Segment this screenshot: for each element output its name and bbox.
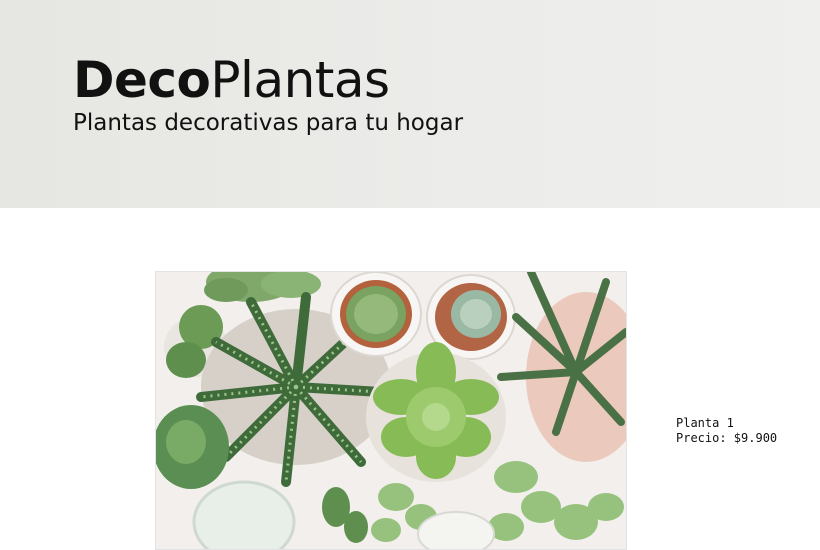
brand-light: Plantas xyxy=(210,51,390,109)
product-info: Planta 1 Precio: $9.900 xyxy=(676,416,777,446)
product-name[interactable]: Planta 1 xyxy=(676,416,777,431)
product-price: Precio: $9.900 xyxy=(676,431,778,445)
brand-bold: Deco xyxy=(73,51,211,109)
succulents-photo xyxy=(156,272,626,549)
brand-logo[interactable]: DecoPlantas xyxy=(73,50,390,110)
product-image[interactable] xyxy=(155,271,627,550)
tagline: Plantas decorativas para tu hogar xyxy=(73,110,464,136)
hero-banner: DecoPlantas Plantas decorativas para tu … xyxy=(0,0,820,208)
